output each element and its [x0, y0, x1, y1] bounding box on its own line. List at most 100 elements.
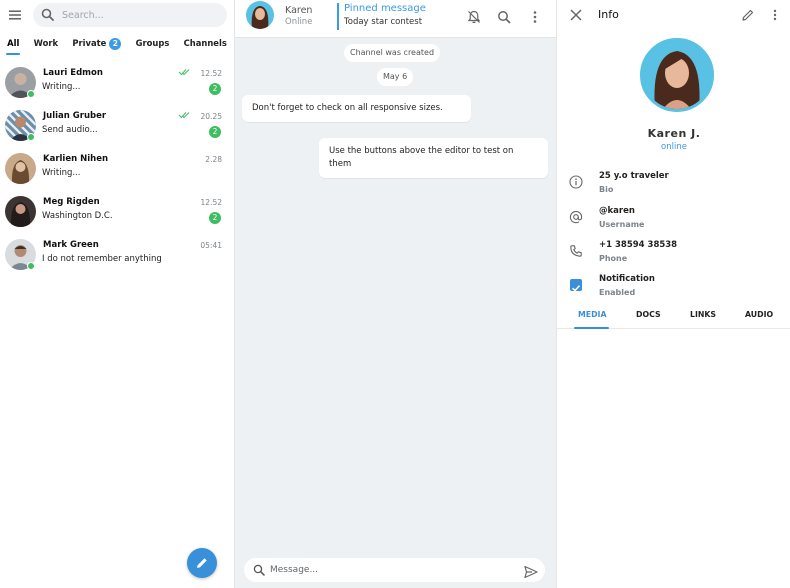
- outgoing-message-bubble[interactable]: Use the buttons above the editor to test…: [319, 138, 548, 178]
- search-icon: [41, 8, 54, 21]
- chat-list-item[interactable]: Mark Green I do not remember anything 05…: [0, 232, 234, 275]
- info-row-username[interactable]: @karen Username: [557, 206, 790, 238]
- chat-list-item[interactable]: Julian Gruber Send audio... 20.25 2: [0, 103, 234, 146]
- profile-name: Karen J.: [647, 127, 701, 140]
- chat-time: 12.52: [200, 198, 222, 207]
- phone-value: +1 38594 38538: [599, 240, 678, 250]
- notification-value: Notification: [599, 274, 655, 284]
- send-icon[interactable]: [523, 564, 539, 580]
- tab-docs[interactable]: DOCS: [636, 310, 661, 319]
- chat-preview: Send audio...: [42, 125, 98, 135]
- chat-time: 12.52: [200, 69, 222, 78]
- at-icon: [569, 210, 583, 224]
- info-row-bio: 25 y.o traveler Bio: [557, 171, 790, 203]
- double-check-icon: [178, 69, 190, 76]
- search-icon: [253, 564, 265, 576]
- chat-list-item[interactable]: Karlien Nihen Writing... 2.28: [0, 146, 234, 189]
- avatar: [5, 196, 36, 227]
- pinned-indicator-bar: [337, 3, 339, 30]
- info-row-notification[interactable]: Notification Enabled: [557, 274, 790, 306]
- online-indicator: [27, 133, 35, 141]
- chat-list-item[interactable]: Meg Rigden Washington D.C. 12.52 2: [0, 189, 234, 232]
- tab-groups[interactable]: Groups: [135, 33, 171, 55]
- chat-name: Julian Gruber: [43, 111, 107, 121]
- hamburger-menu-icon[interactable]: [7, 7, 23, 23]
- active-tab-indicator: [574, 327, 609, 329]
- avatar: [5, 153, 36, 184]
- bio-value: 25 y.o traveler: [599, 171, 669, 181]
- tab-label: Channels: [183, 38, 227, 48]
- search-input[interactable]: [62, 6, 222, 24]
- search-icon[interactable]: [496, 9, 512, 25]
- tab-private[interactable]: Private 2: [71, 33, 122, 55]
- tab-work[interactable]: Work: [33, 33, 59, 55]
- tab-label: Work: [33, 38, 59, 48]
- checkbox-icon[interactable]: [570, 279, 582, 292]
- unread-badge: 2: [109, 38, 122, 50]
- info-row-phone[interactable]: +1 38594 38538 Phone: [557, 240, 790, 272]
- unread-count-badge: 2: [209, 83, 221, 95]
- contact-name[interactable]: Karen: [285, 5, 312, 16]
- incoming-message-bubble[interactable]: Don't forget to check on all responsive …: [242, 95, 471, 122]
- double-check-icon: [178, 112, 190, 119]
- phone-icon: [570, 245, 582, 257]
- compose-button[interactable]: [187, 548, 217, 578]
- media-tabs: MEDIA DOCS LINKS AUDIO: [557, 305, 790, 329]
- more-vertical-icon[interactable]: [527, 9, 543, 25]
- tab-audio[interactable]: AUDIO: [745, 310, 773, 319]
- message-input[interactable]: [270, 561, 510, 579]
- tab-channels[interactable]: Channels: [183, 33, 228, 55]
- chat-name: Mark Green: [43, 240, 99, 250]
- edit-pencil-icon[interactable]: [741, 8, 755, 22]
- chat-preview: Writing...: [42, 168, 81, 178]
- message-text: Use the buttons above the editor to test…: [329, 146, 514, 169]
- chat-name: Meg Rigden: [43, 197, 100, 207]
- tab-label: All: [7, 38, 20, 48]
- pinned-message-text[interactable]: Today star contest: [344, 17, 422, 27]
- chat-preview: Writing...: [42, 82, 81, 92]
- username-value: @karen: [599, 206, 635, 216]
- username-label: Username: [599, 220, 645, 229]
- info-icon: [569, 175, 583, 189]
- profile-avatar[interactable]: [640, 38, 714, 112]
- tab-links[interactable]: LINKS: [690, 310, 716, 319]
- profile-status: online: [661, 142, 687, 152]
- pinned-message-title[interactable]: Pinned message: [344, 3, 426, 14]
- conversation-header: Karen Online Pinned message Today star c…: [235, 0, 556, 38]
- message-text: Don't forget to check on all responsive …: [252, 103, 443, 113]
- chat-time: 2.28: [205, 155, 222, 164]
- chat-name: Lauri Edmon: [43, 68, 103, 78]
- chat-time: 05:41: [200, 241, 222, 250]
- more-vertical-icon[interactable]: [770, 8, 780, 22]
- search-box: [33, 3, 227, 27]
- online-indicator: [27, 262, 35, 270]
- info-panel: Info Karen J. online 25 y.o traveler Bio…: [556, 0, 790, 588]
- tab-label: Private: [72, 38, 107, 48]
- pencil-icon: [197, 558, 207, 568]
- chat-preview: I do not remember anything: [42, 254, 162, 264]
- contact-status: Online: [285, 17, 313, 27]
- date-separator: May 6: [377, 68, 414, 86]
- unread-count-badge: 2: [209, 212, 221, 224]
- conversation-panel: Karen Online Pinned message Today star c…: [235, 0, 556, 588]
- panel-title: Info: [598, 8, 619, 21]
- unread-count-badge: 2: [209, 126, 221, 138]
- tab-label: Groups: [135, 38, 170, 48]
- chat-preview: Washington D.C.: [42, 211, 113, 221]
- chat-list-panel: All Work Private2 Groups Channels Lauri …: [0, 0, 235, 588]
- folder-tabs: All Work Private 2 Groups Channels: [0, 33, 234, 55]
- chat-list-item[interactable]: Lauri Edmon Writing... 12.52 2: [0, 60, 234, 103]
- close-icon[interactable]: [569, 8, 583, 22]
- system-message: Channel was created: [344, 44, 441, 62]
- online-indicator: [27, 90, 35, 98]
- bio-label: Bio: [599, 185, 614, 194]
- notification-label: Enabled: [599, 288, 636, 297]
- chat-list: Lauri Edmon Writing... 12.52 2 Julian Gr…: [0, 60, 234, 275]
- contact-avatar[interactable]: [246, 1, 274, 29]
- tab-media[interactable]: MEDIA: [578, 310, 607, 319]
- chat-list-header: [0, 0, 234, 32]
- phone-label: Phone: [599, 254, 628, 263]
- mute-bell-icon[interactable]: [466, 9, 482, 25]
- tab-all[interactable]: All: [6, 33, 21, 55]
- message-composer: [244, 558, 545, 582]
